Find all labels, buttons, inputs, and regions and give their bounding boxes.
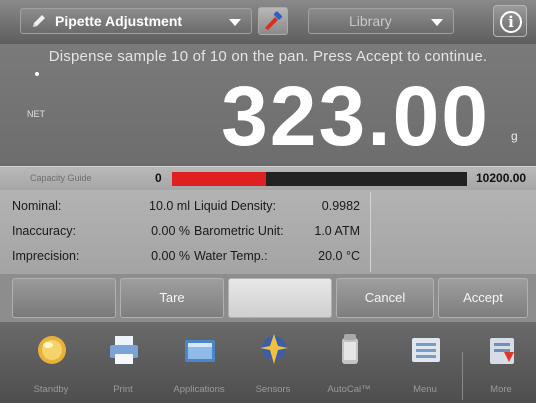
chevron-down-icon: [431, 19, 443, 26]
chevron-down-icon: [229, 19, 241, 26]
weight-reading: 323.00: [221, 69, 490, 163]
library-dropdown[interactable]: Library: [308, 8, 454, 34]
weighing-display: Dispense sample 10 of 10 on the pan. Pre…: [0, 44, 536, 166]
env-values-column: 0.9982 1.0 ATM 20.0 °C: [290, 194, 360, 269]
nav-label: More: [490, 384, 512, 395]
tools-button[interactable]: [258, 7, 288, 35]
nav-autocal[interactable]: AutoCal™: [314, 332, 384, 402]
nav-applications[interactable]: Applications: [164, 332, 234, 402]
imprecision-value: 0.00 %: [151, 249, 190, 263]
liquid-density-value: 0.9982: [321, 199, 360, 213]
action-bar: Tare Cancel Accept: [0, 274, 536, 322]
nav-more[interactable]: More: [466, 332, 536, 402]
nav-label: Menu: [413, 384, 437, 395]
nav-divider: [462, 352, 463, 400]
blank-button-1[interactable]: [12, 278, 116, 318]
more-icon: [490, 338, 514, 364]
nav-label: Standby: [33, 384, 69, 395]
sensors-icon: [260, 334, 288, 364]
capacity-guide-label: Capacity Guide: [30, 173, 92, 183]
capacity-max: 10200.00: [476, 171, 527, 185]
top-bar: Pipette Adjustment Library i: [0, 0, 536, 44]
tools-icon: [265, 11, 283, 30]
nav-menu[interactable]: Menu: [390, 332, 460, 402]
imprecision-label: Imprecision:: [12, 249, 80, 263]
capacity-fill: [172, 172, 266, 186]
nav-label: Sensors: [255, 384, 291, 395]
pencil-icon: [33, 15, 45, 27]
cancel-button[interactable]: Cancel: [336, 278, 434, 318]
nav-print[interactable]: Print: [88, 332, 158, 402]
blank-button-2[interactable]: [228, 278, 332, 318]
autocal-icon: [342, 334, 358, 364]
pipette-info-panel: Nominal: Inaccuracy: Imprecision: 10.0 m…: [0, 190, 536, 274]
nominal-label: Nominal:: [12, 199, 62, 213]
tare-button[interactable]: Tare: [120, 278, 224, 318]
inaccuracy-label: Inaccuracy:: [12, 224, 76, 238]
nav-label: AutoCal™: [327, 384, 371, 395]
applications-icon: [185, 340, 215, 362]
nominal-value: 10.0 ml: [149, 199, 190, 213]
bottom-nav: Standby Print Applications Sensors AutoC…: [0, 322, 536, 403]
info-labels-column: Nominal: Inaccuracy: Imprecision:: [12, 194, 79, 269]
capacity-track: [172, 172, 467, 186]
nav-label: Print: [113, 384, 133, 395]
info-divider: [370, 192, 371, 272]
info-values-column: 10.0 ml 0.00 % 0.00 %: [110, 194, 190, 269]
library-dropdown-label: Library: [349, 13, 392, 29]
info-icon: i: [500, 11, 522, 33]
menu-icon: [412, 338, 440, 362]
standby-icon: [38, 336, 66, 364]
liquid-density-label: Liquid Density:: [194, 199, 276, 213]
application-dropdown-label: Pipette Adjustment: [55, 13, 183, 29]
accept-button[interactable]: Accept: [438, 278, 528, 318]
capacity-guide: Capacity Guide 0 10200.00: [0, 166, 536, 190]
weight-unit: g: [511, 129, 518, 143]
info-button[interactable]: i: [493, 5, 527, 37]
nav-sensors[interactable]: Sensors: [238, 332, 308, 402]
capacity-min: 0: [155, 171, 162, 185]
water-temp-value: 20.0 °C: [318, 249, 360, 263]
nav-standby[interactable]: Standby: [16, 332, 86, 402]
env-labels-column: Liquid Density: Barometric Unit: Water T…: [194, 194, 284, 269]
water-temp-label: Water Temp.:: [194, 249, 268, 263]
barometric-unit-label: Barometric Unit:: [194, 224, 284, 238]
inaccuracy-value: 0.00 %: [151, 224, 190, 238]
barometric-unit-value: 1.0 ATM: [314, 224, 360, 238]
instruction-prompt: Dispense sample 10 of 10 on the pan. Pre…: [48, 48, 488, 65]
nav-label: Applications: [173, 384, 225, 395]
printer-icon: [110, 336, 138, 364]
application-dropdown[interactable]: Pipette Adjustment: [20, 8, 252, 34]
